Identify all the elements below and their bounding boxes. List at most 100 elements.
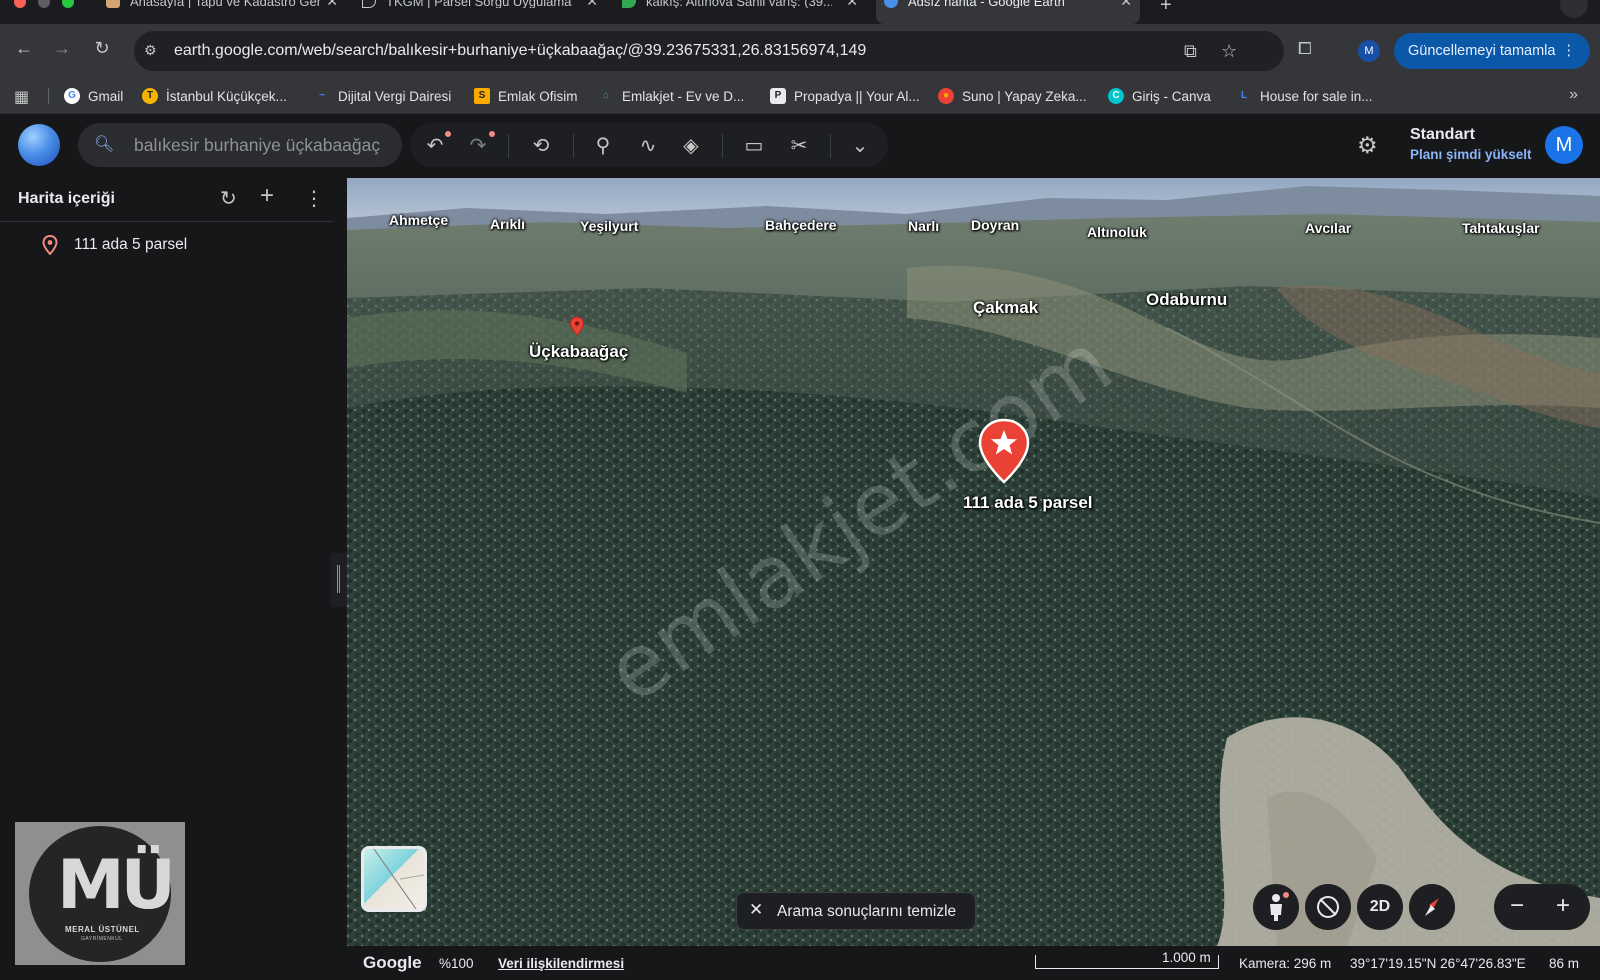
toolbar-divider (573, 134, 574, 158)
back-icon[interactable]: ← (12, 38, 36, 59)
toggle-2d-button[interactable]: 2D (1357, 884, 1403, 930)
tab-google-earth[interactable]: Adsız harita - Google Earth ✕ (876, 0, 1140, 24)
tab-google-maps-route[interactable]: kalkış: Altınova Sahil varış: (39... ✕ (616, 0, 866, 24)
bookmark-emlakjet[interactable]: ⌂ Emlakjet - Ev ve D... (598, 88, 744, 104)
layers-icon[interactable]: ◈ (677, 133, 705, 158)
place-label[interactable]: Bahçedere (765, 217, 837, 233)
village-pin-icon[interactable] (569, 316, 585, 336)
close-tab-icon[interactable]: ✕ (586, 0, 598, 8)
map-content-panel: Harita içeriği ↻ + ⋮ 111 ada 5 parsel MÜ… (0, 178, 347, 980)
bookmark-house-for-sale[interactable]: L House for sale in... (1236, 88, 1373, 104)
search-input[interactable]: 🔍︎ balıkesir burhaniye üçkabaağaç (78, 123, 402, 167)
camera-altitude: Kamera: 296 m (1239, 956, 1332, 971)
pegman-button[interactable] (1253, 884, 1299, 930)
address-bar[interactable]: ⚙ earth.google.com/web/search/balıkesir+… (134, 31, 1284, 71)
bookmark-label: Dijital Vergi Dairesi (338, 88, 452, 104)
placemark-label[interactable]: 111 ada 5 parsel (963, 493, 1093, 513)
place-label[interactable]: Narlı (908, 218, 939, 234)
bookmark-vergi[interactable]: ~ Dijital Vergi Dairesi (314, 88, 451, 104)
google-icon: G (64, 88, 80, 104)
profile-avatar[interactable]: M (1358, 40, 1380, 62)
minimize-window-button[interactable] (38, 0, 50, 8)
bookmark-label: House for sale in... (1260, 88, 1373, 104)
more-bookmarks-icon[interactable]: » (1569, 86, 1578, 104)
redo-icon[interactable]: ↷ (464, 133, 492, 158)
refresh-icon[interactable]: ↻ (220, 186, 237, 211)
add-icon[interactable]: + (260, 182, 274, 210)
canva-icon: C (1108, 88, 1124, 104)
star-placemark-icon[interactable] (978, 418, 1030, 484)
map-style-thumbnail[interactable] (361, 846, 427, 912)
measure-icon[interactable]: ▭ (740, 133, 768, 158)
place-label[interactable]: Odaburnu (1146, 290, 1227, 310)
zoom-in-icon[interactable]: + (1556, 892, 1570, 920)
close-tab-icon[interactable]: ✕ (326, 0, 338, 8)
close-tab-icon[interactable]: ✕ (846, 0, 858, 8)
clear-search-results-button[interactable]: ✕ Arama sonuçlarını temizle (736, 892, 976, 930)
tab-search-button[interactable] (1560, 0, 1588, 18)
tools-icon[interactable]: ✂ (785, 133, 813, 158)
bookmark-star-icon[interactable]: ☆ (1221, 41, 1237, 62)
settings-gear-icon[interactable]: ⚙ (1357, 132, 1378, 159)
wave-icon: ~ (319, 90, 325, 101)
more-vert-icon[interactable]: ⋮ (1562, 33, 1577, 69)
list-item-placemark[interactable]: 111 ada 5 parsel (42, 235, 187, 255)
update-button[interactable]: Güncellemeyi tamamla ⋮ (1394, 33, 1590, 69)
location-favicon-icon (362, 0, 376, 8)
place-label[interactable]: Tahtakuşlar (1462, 220, 1540, 236)
logo-name: MERAL ÜSTÜNEL (65, 925, 140, 934)
bookmark-gmail[interactable]: G Gmail (64, 88, 123, 104)
bookmark-label: Emlak Ofisim (498, 88, 578, 104)
reload-icon[interactable]: ↻ (90, 38, 114, 59)
search-value[interactable]: balıkesir burhaniye üçkabaağaç (134, 135, 380, 156)
panel-title: Harita içeriği (18, 190, 115, 207)
add-placemark-icon[interactable]: ⚲ (589, 133, 617, 158)
place-label[interactable]: Altınoluk (1087, 224, 1147, 240)
close-window-button[interactable] (14, 0, 26, 8)
data-attribution-link[interactable]: Veri ilişkilendirmesi (498, 956, 624, 971)
forward-icon[interactable]: → (50, 38, 74, 59)
upgrade-plan-link[interactable]: Planı şimdi yükselt (1410, 147, 1532, 162)
install-app-icon[interactable]: ⧉ (1184, 41, 1197, 62)
place-label[interactable]: Çakmak (973, 298, 1038, 318)
site-info-icon[interactable]: ⚙ (144, 42, 157, 59)
google-earth-logo[interactable] (18, 124, 60, 166)
bookmark-emlak-ofisim[interactable]: S Emlak Ofisim (474, 88, 578, 104)
zoom-out-icon[interactable]: − (1510, 892, 1524, 920)
s-logo-icon: S (474, 88, 490, 104)
tab-parsel-sorgu[interactable]: TKGM | Parsel Sorgu Uygulaması ✕ (356, 0, 606, 24)
earth-favicon-icon (884, 0, 898, 8)
place-label[interactable]: Arıklı (490, 216, 525, 232)
more-vert-icon[interactable]: ⋮ (304, 186, 324, 211)
zoom-level[interactable]: %100 (439, 956, 474, 971)
tab-tapu-kadastro[interactable]: Anasayfa | Tapu ve Kadastro Genel Müdürl… (100, 0, 346, 24)
place-label[interactable]: Ahmetçe (389, 212, 448, 228)
draw-path-icon[interactable]: ∿ (634, 133, 662, 158)
history-icon[interactable]: ⟲ (527, 133, 555, 158)
place-label[interactable]: Üçkabaağaç (529, 342, 628, 362)
maximize-window-button[interactable] (62, 0, 74, 8)
update-button-label: Güncellemeyi tamamla (1408, 43, 1556, 59)
undo-icon[interactable]: ↶ (421, 133, 449, 158)
terrain-image (347, 178, 1600, 946)
tilt-reset-button[interactable] (1305, 884, 1351, 930)
bookmark-suno[interactable]: ● Suno | Yapay Zeka... (938, 88, 1087, 104)
bookmark-propadya[interactable]: P Propadya || Your Al... (770, 88, 920, 104)
close-tab-icon[interactable]: ✕ (1120, 0, 1132, 8)
bookmark-istanbul[interactable]: T İstanbul Küçükçek... (142, 88, 287, 104)
place-label[interactable]: Doyran (971, 217, 1019, 233)
chevron-down-icon[interactable]: ⌄ (846, 133, 874, 158)
bookmark-canva[interactable]: C Giriş - Canva (1108, 88, 1211, 104)
place-label[interactable]: Yeşilyurt (580, 218, 638, 234)
earth-3d-view[interactable]: Ahmetçe Arıklı Yeşilyurt Bahçedere Narlı… (347, 178, 1600, 946)
compass-button[interactable] (1409, 884, 1455, 930)
new-tab-button[interactable]: + (1160, 0, 1172, 17)
bookmark-label: İstanbul Küçükçek... (166, 88, 287, 104)
status-bar: Google %100 Veri ilişkilendirmesi 1.000 … (347, 946, 1600, 980)
extensions-icon[interactable]: ⧠ (1298, 39, 1312, 59)
place-label[interactable]: Avcılar (1305, 220, 1351, 236)
drag-handle[interactable] (337, 565, 340, 593)
apps-grid-icon[interactable]: ▦ (14, 87, 29, 107)
maps-favicon-icon (622, 0, 636, 8)
account-avatar[interactable]: M (1545, 126, 1583, 164)
